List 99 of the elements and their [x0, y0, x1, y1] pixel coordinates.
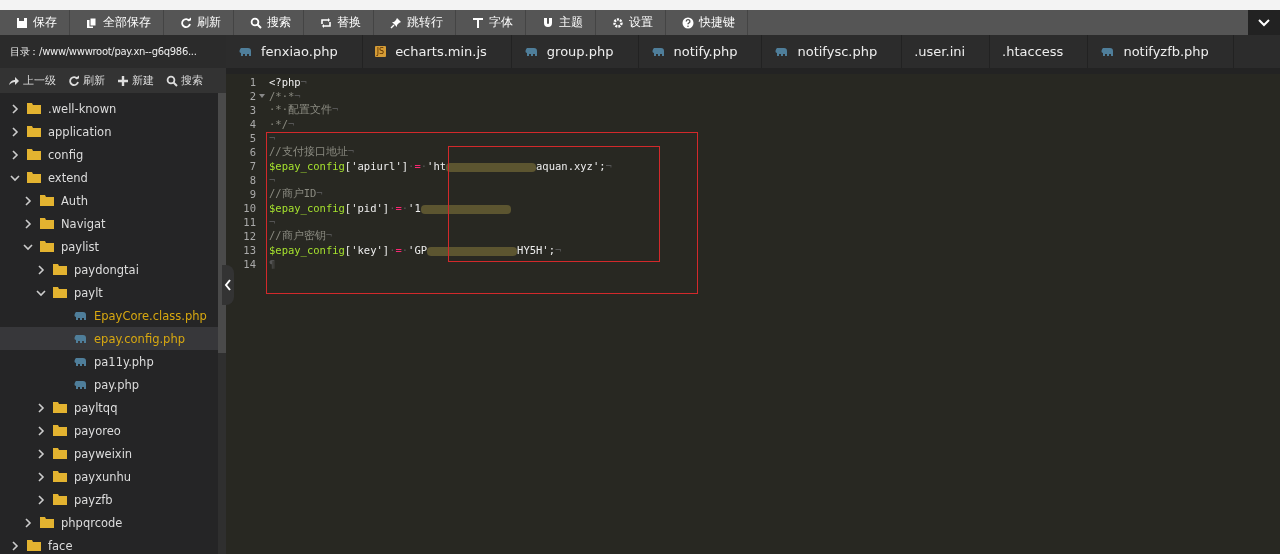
folder-item[interactable]: payxunhu — [0, 465, 218, 488]
code-line: ·*·配置文件¬ — [269, 103, 339, 117]
elephant-icon — [73, 310, 87, 321]
code-line: <?php¬ — [269, 76, 307, 88]
folder-icon — [53, 494, 67, 505]
folder-icon — [40, 241, 54, 252]
swap-arrows-icon — [320, 16, 332, 29]
line-number: 12 — [242, 230, 256, 242]
line-number: 6 — [248, 146, 256, 158]
pushpin-icon — [390, 16, 402, 29]
folder-icon — [53, 425, 67, 436]
elephant-icon — [1100, 46, 1115, 57]
settings-icon — [612, 16, 624, 29]
refresh-icon — [180, 16, 192, 29]
folder-item[interactable]: Auth — [0, 189, 218, 212]
code-line: ¬ — [269, 216, 276, 228]
folder-icon — [27, 126, 41, 137]
code-line: $epay_config['key']·=·'GP HY5H';¬ — [269, 244, 562, 256]
folder-item[interactable]: config — [0, 143, 218, 166]
folder-item[interactable]: paylist — [0, 235, 218, 258]
folder-item[interactable]: Navigat — [0, 212, 218, 235]
folder-item[interactable]: phpqrcode — [0, 511, 218, 534]
folder-item[interactable]: application — [0, 120, 218, 143]
elephant-icon — [73, 356, 87, 367]
line-number: 5 — [248, 132, 256, 144]
folder-item[interactable]: .well-known — [0, 97, 218, 120]
line-number: 4 — [248, 118, 256, 130]
share-arrow-icon — [8, 74, 20, 87]
chevron-down-icon — [1257, 17, 1271, 28]
file-item[interactable]: pay.php — [0, 373, 218, 396]
code-line: //商户密钥¬ — [269, 229, 332, 243]
line-number: 13 — [242, 244, 256, 256]
sidebar-action[interactable]: 上一级 — [8, 73, 56, 88]
text-cursor-icon — [472, 16, 484, 29]
file-item[interactable]: epay.config.php — [0, 327, 218, 350]
folder-icon — [27, 540, 41, 551]
elephant-icon — [774, 46, 789, 57]
line-number: 14 — [242, 258, 256, 270]
line-number: 7 — [248, 160, 256, 172]
fold-arrow-icon[interactable] — [259, 94, 265, 98]
folder-icon — [27, 103, 41, 114]
elephant-icon — [650, 46, 665, 57]
magnet-icon — [542, 16, 554, 29]
line-number: 11 — [242, 216, 256, 228]
folder-item[interactable]: face — [0, 534, 218, 554]
sidebar-action[interactable]: 刷新 — [68, 73, 105, 88]
line-number: 1 — [248, 76, 256, 88]
folder-item[interactable]: paydongtai — [0, 258, 218, 281]
line-number: 2 — [248, 90, 256, 102]
folder-item[interactable]: payweixin — [0, 442, 218, 465]
js-file-icon: JS — [374, 46, 387, 57]
refresh-icon — [68, 74, 80, 87]
elephant-icon — [523, 46, 538, 57]
folder-icon — [53, 448, 67, 459]
folder-icon — [40, 517, 54, 528]
directory-path: 目录：/www/wwwroot/pay.xn--g6q986... — [0, 35, 226, 68]
line-number: 8 — [248, 174, 256, 186]
folder-icon — [53, 264, 67, 275]
folder-item[interactable]: paylt — [0, 281, 218, 304]
code-line: ·*/¬ — [269, 118, 295, 130]
code-line: /*·*¬ — [269, 90, 301, 102]
floppy-icon — [16, 16, 28, 29]
folder-icon — [27, 149, 41, 160]
code-line: //商户ID¬ — [269, 187, 323, 201]
folder-icon — [53, 471, 67, 482]
code-line: ¶ — [269, 258, 276, 270]
folder-icon — [27, 172, 41, 183]
chevron-left-icon — [224, 279, 232, 291]
folder-item[interactable]: payoreo — [0, 419, 218, 442]
folder-icon — [40, 195, 54, 206]
line-number: 9 — [248, 188, 256, 200]
elephant-icon — [73, 379, 87, 390]
folder-icon — [53, 402, 67, 413]
collapse-handle[interactable] — [222, 265, 234, 305]
search-icon — [166, 74, 178, 87]
code-line: ¬ — [269, 174, 276, 186]
file-item[interactable]: EpayCore.class.php — [0, 304, 218, 327]
elephant-icon — [238, 46, 252, 57]
folder-item[interactable]: payltqq — [0, 396, 218, 419]
documents-icon — [86, 16, 98, 29]
folder-item[interactable]: payzfb — [0, 488, 218, 511]
collapse-button[interactable] — [1248, 10, 1280, 35]
scrollbar[interactable] — [218, 93, 226, 554]
code-line: $epay_config['apiurl']·=·'ht aquan.xyz';¬ — [269, 160, 612, 172]
folder-icon — [53, 287, 67, 298]
line-number: 3 — [248, 104, 256, 116]
code-line: //支付接口地址¬ — [269, 145, 354, 159]
code-line: ¬ — [269, 132, 276, 144]
plus-icon — [117, 74, 129, 87]
line-number: 10 — [242, 202, 256, 214]
sidebar-action[interactable]: 新建 — [117, 73, 154, 88]
help-icon — [682, 16, 694, 29]
folder-icon — [40, 218, 54, 229]
elephant-icon — [73, 333, 87, 344]
folder-item[interactable]: extend — [0, 166, 218, 189]
file-item[interactable]: pa11y.php — [0, 350, 218, 373]
code-line: $epay_config['pid']·=·'1 — [269, 202, 511, 214]
search-icon — [250, 16, 262, 29]
sidebar-action[interactable]: 搜索 — [166, 73, 203, 88]
